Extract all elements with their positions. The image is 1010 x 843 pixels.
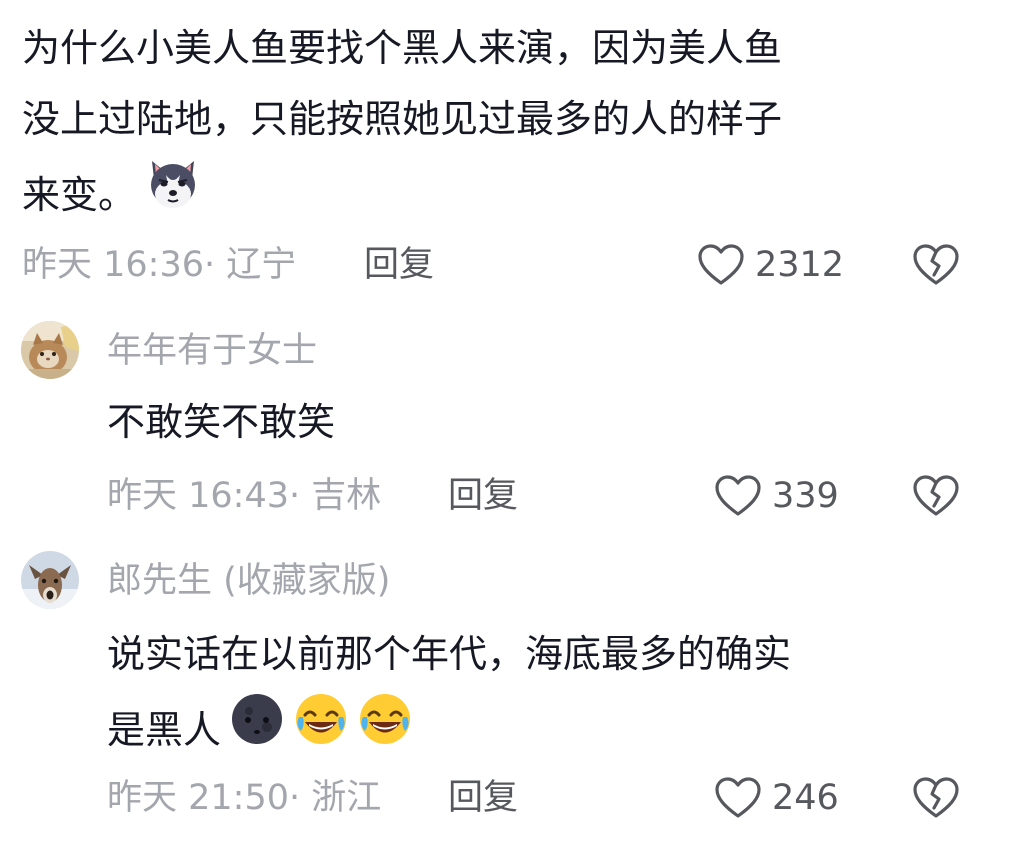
broken-heart-icon	[913, 244, 959, 285]
like-button[interactable]: 2312	[697, 243, 844, 287]
comment-text-line-last: 来变。	[22, 159, 202, 236]
avatar[interactable]	[21, 321, 79, 379]
dark-moon-face-emoji-icon	[229, 691, 285, 766]
reply-button[interactable]: 回复	[448, 474, 518, 518]
dislike-button[interactable]	[912, 776, 960, 820]
comment-meta: 昨天 16:36· 辽宁	[22, 243, 296, 287]
like-count: 2312	[755, 245, 845, 285]
like-button[interactable]: 339	[714, 474, 839, 518]
comment-meta: 昨天 21:50· 浙江	[107, 776, 381, 820]
comment-username[interactable]: 郎先生 (收藏家版)	[107, 559, 390, 603]
like-count: 339	[772, 476, 839, 516]
comment-time: 昨天 16:36	[22, 245, 204, 285]
husky-emoji-icon	[144, 155, 202, 232]
rofl-emoji-icon	[293, 691, 349, 766]
comment-text-line-last: 是黑人	[107, 694, 413, 770]
comment-text-fragment: 来变。	[22, 173, 137, 217]
heart-icon	[715, 475, 761, 516]
comment-text-line: 不敢笑不敢笑	[107, 400, 336, 444]
comment-location: · 吉林	[289, 476, 382, 516]
dislike-button[interactable]	[912, 243, 960, 287]
comment-location: · 辽宁	[204, 245, 297, 285]
like-count: 246	[772, 778, 839, 818]
comment-text-fragment: 是黑人	[107, 708, 222, 752]
broken-heart-icon	[913, 475, 959, 516]
comment-text-line: 为什么小美人鱼要找个黑人来演，因为美人鱼	[22, 26, 783, 70]
comment-text-line: 说实话在以前那个年代，海底最多的确实	[107, 632, 792, 676]
deer-avatar-icon	[21, 551, 79, 609]
comment-username[interactable]: 年年有于女士	[107, 329, 317, 373]
comment-time: 昨天 16:43	[107, 476, 289, 516]
heart-icon	[715, 777, 761, 818]
heart-icon	[698, 244, 744, 285]
comment-text-line: 没上过陆地，只能按照她见过最多的人的样子	[22, 97, 783, 141]
dislike-button[interactable]	[912, 474, 960, 518]
reply-button[interactable]: 回复	[364, 243, 434, 287]
broken-heart-icon	[913, 777, 959, 818]
comment-location: · 浙江	[289, 778, 382, 818]
avatar[interactable]	[21, 551, 79, 609]
comment-time: 昨天 21:50	[107, 778, 289, 818]
comment-meta: 昨天 16:43· 吉林	[107, 474, 381, 518]
cat-avatar-icon	[21, 321, 79, 379]
reply-button[interactable]: 回复	[448, 776, 518, 820]
like-button[interactable]: 246	[714, 776, 839, 820]
rofl-emoji-icon	[357, 691, 413, 766]
